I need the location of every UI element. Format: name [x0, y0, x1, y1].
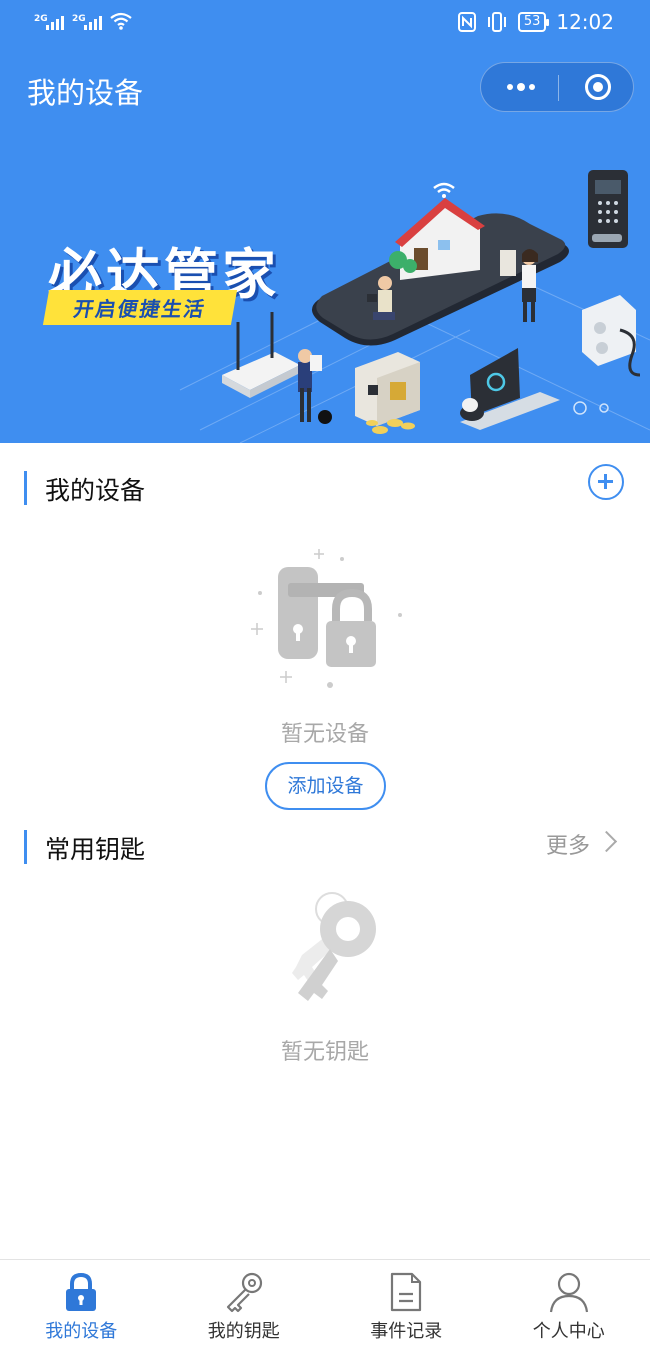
tab-personal-center[interactable]: 个人中心 — [488, 1260, 650, 1351]
miniprogram-capsule — [480, 62, 634, 112]
vibrate-icon — [486, 12, 508, 32]
more-menu-icon[interactable] — [501, 63, 541, 111]
bottom-tab-bar: 我的设备 我的钥匙 事件记录 个人中心 — [0, 1259, 650, 1351]
network-type-2: 2G — [72, 14, 86, 24]
tab-label: 个人中心 — [488, 1317, 650, 1343]
status-right: 53 12:02 — [458, 10, 614, 34]
keys-section-title: 常用钥匙 — [45, 830, 145, 866]
add-device-button[interactable]: 添加设备 — [265, 762, 386, 810]
capsule-divider — [558, 75, 559, 101]
empty-devices-icon — [240, 545, 410, 695]
empty-devices-text: 暂无设备 — [0, 716, 650, 748]
tab-label: 我的设备 — [0, 1317, 163, 1343]
empty-keys-text: 暂无钥匙 — [0, 1034, 650, 1066]
page-title: 我的设备 — [27, 70, 143, 112]
battery-indicator: 53 — [518, 12, 547, 32]
banner-subtitle: 开启便捷生活 — [43, 290, 237, 325]
close-miniprogram-icon[interactable] — [585, 74, 611, 100]
keys-section-header: 常用钥匙 更多 — [0, 822, 650, 872]
devices-section-title: 我的设备 — [45, 471, 145, 507]
lock-icon — [59, 1270, 103, 1314]
signal-icon-1: 2G — [34, 16, 64, 30]
tab-my-devices[interactable]: 我的设备 — [0, 1260, 163, 1351]
tab-my-keys[interactable]: 我的钥匙 — [163, 1260, 326, 1351]
wifi-icon — [110, 12, 132, 30]
network-type-1: 2G — [34, 14, 48, 24]
status-bar: 2G 2G 53 12:02 — [0, 0, 650, 50]
key-icon — [222, 1270, 266, 1314]
more-keys-link[interactable]: 更多 — [546, 828, 590, 860]
tab-label: 我的钥匙 — [163, 1317, 326, 1343]
signal-group: 2G 2G — [34, 12, 132, 30]
add-device-icon[interactable] — [588, 464, 624, 500]
person-icon — [547, 1270, 591, 1314]
chevron-right-icon[interactable] — [596, 831, 617, 852]
devices-section-header: 我的设备 — [0, 463, 650, 513]
document-icon — [384, 1270, 428, 1314]
signal-icon-2: 2G — [72, 16, 102, 30]
empty-keys-icon — [262, 885, 402, 1015]
tab-label: 事件记录 — [325, 1317, 488, 1343]
section-accent-bar — [24, 830, 27, 864]
promo-banner[interactable]: 必达管家 开启便捷生活 — [0, 130, 650, 443]
nfc-icon — [458, 12, 476, 32]
section-accent-bar — [24, 471, 27, 505]
clock: 12:02 — [556, 10, 614, 34]
tab-event-records[interactable]: 事件记录 — [325, 1260, 488, 1351]
app-header: 我的设备 — [0, 50, 650, 130]
